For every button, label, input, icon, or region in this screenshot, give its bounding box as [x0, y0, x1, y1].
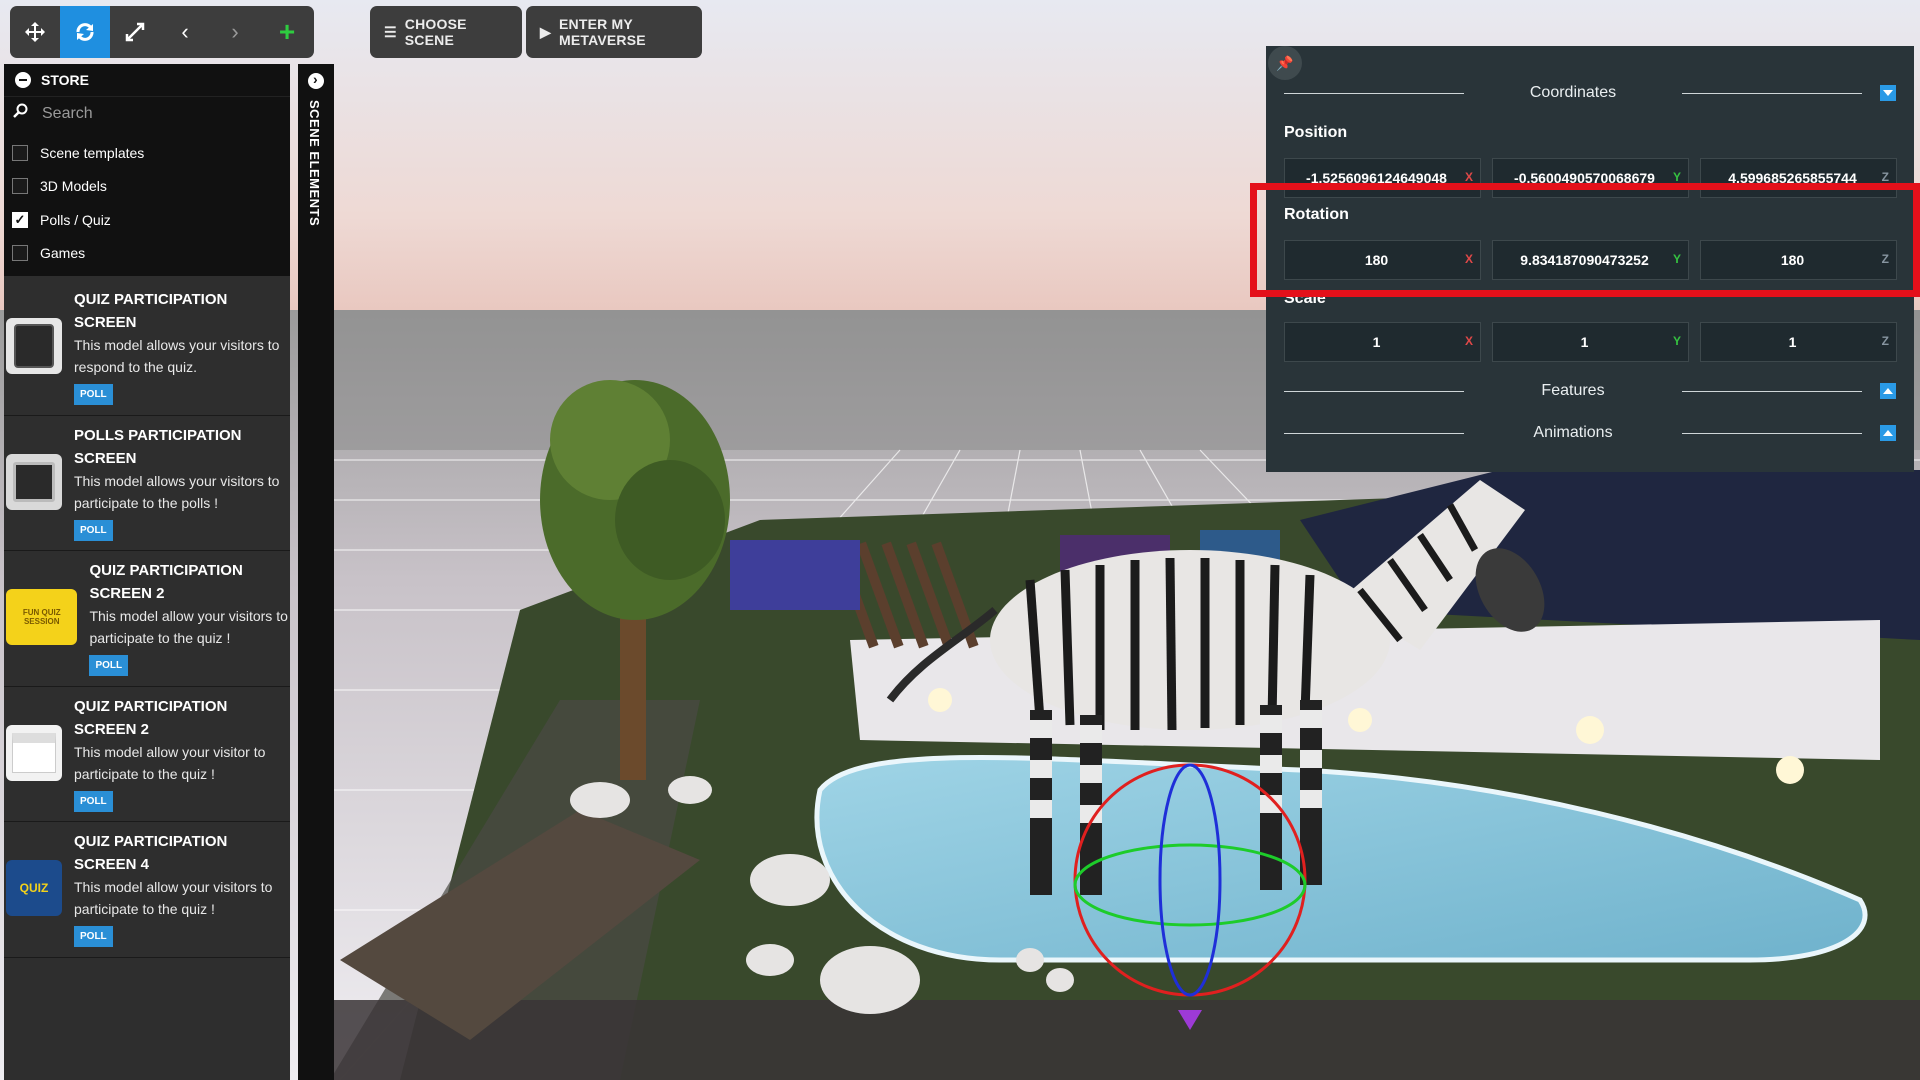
filter-checkbox[interactable]: [12, 144, 28, 161]
store-item[interactable]: FUN QUIZ SESSION QUIZ PARTICIPATION SCRE…: [4, 551, 290, 687]
divider: [1682, 390, 1862, 392]
divider: [1284, 92, 1464, 94]
divider: [1682, 92, 1862, 94]
scale-icon: [125, 22, 145, 42]
redo-button[interactable]: ›: [210, 6, 260, 58]
filter-checkbox[interactable]: [12, 245, 28, 262]
move-icon: [24, 21, 46, 43]
item-description: This model allows your visitors to parti…: [74, 472, 280, 511]
scale-z-input[interactable]: 1Z: [1700, 322, 1897, 362]
coordinates-section-header[interactable]: Coordinates: [1284, 81, 1896, 105]
enter-metaverse-button[interactable]: ▶ ENTER MY METAVERSE: [526, 6, 702, 58]
store-item[interactable]: POLLS PARTICIPATION SCREEN This model al…: [4, 416, 290, 551]
item-title: QUIZ PARTICIPATION SCREEN 2: [74, 697, 228, 738]
add-icon: +: [278, 16, 296, 47]
scale-x-input[interactable]: 1X: [1284, 322, 1481, 362]
poll-badge: POLL: [74, 926, 113, 947]
add-button[interactable]: +: [262, 6, 312, 58]
position-label: Position: [1284, 124, 1348, 141]
divider: [1682, 432, 1862, 434]
store-title: STORE: [41, 72, 89, 88]
expand-toggle-icon[interactable]: [1880, 425, 1896, 441]
choose-scene-button[interactable]: ☰ CHOOSE SCENE: [370, 6, 522, 58]
filter-games[interactable]: Games: [12, 237, 290, 271]
scene-elements-label: SCENE ELEMENTS: [307, 100, 322, 227]
poll-badge: POLL: [89, 655, 129, 676]
thumbnail-text: FUN QUIZ SESSION: [22, 608, 61, 626]
store-filters: Scene templates 3D Models Polls / Quiz G…: [4, 130, 290, 276]
store-panel: STORE Scene templates 3D Models Polls / …: [4, 64, 290, 1080]
filter-checkbox[interactable]: [12, 178, 28, 195]
rotate-icon: [74, 21, 96, 43]
choose-scene-label: CHOOSE SCENE: [404, 16, 467, 48]
scale-tool-button[interactable]: [110, 6, 160, 58]
item-thumbnail: [6, 724, 62, 781]
item-title: QUIZ PARTICIPATION SCREEN 4: [74, 833, 228, 873]
store-search: [4, 96, 290, 130]
scale-row: 1X 1Y 1Z: [1284, 322, 1900, 362]
filter-label: Games: [40, 245, 86, 262]
filter-checkbox-checked[interactable]: [12, 211, 28, 228]
search-input[interactable]: [42, 104, 262, 123]
scene-elements-tab[interactable]: SCENE ELEMENTS: [298, 64, 334, 1080]
item-description: This model allow your visitors to partic…: [74, 879, 273, 917]
filter-label: 3D Models: [40, 178, 107, 195]
store-item[interactable]: QUIZ PARTICIPATION SCREEN This model all…: [4, 280, 290, 416]
play-icon: ▶: [540, 23, 551, 40]
divider: [1284, 432, 1464, 434]
features-section-header[interactable]: Features: [1284, 379, 1896, 403]
item-description: This model allows your visitors to respo…: [74, 337, 280, 375]
expand-toggle-icon[interactable]: [1880, 383, 1896, 399]
item-thumbnail: QUIZ: [6, 860, 62, 916]
rotate-tool-button[interactable]: [60, 6, 110, 58]
item-thumbnail: [6, 318, 62, 374]
filter-polls-quiz[interactable]: Polls / Quiz: [12, 203, 290, 237]
pin-icon[interactable]: 📌: [1268, 46, 1302, 80]
animations-section-header[interactable]: Animations: [1284, 421, 1896, 445]
poll-badge: POLL: [74, 790, 113, 812]
item-thumbnail: [6, 453, 62, 510]
undo-button[interactable]: ‹: [160, 6, 210, 58]
filter-label: Scene templates: [40, 144, 145, 161]
item-title: QUIZ PARTICIPATION SCREEN 2: [89, 562, 243, 602]
collapse-toggle-icon[interactable]: [1880, 85, 1896, 101]
item-description: This model allow your visitor to partici…: [74, 743, 266, 782]
coordinates-title: Coordinates: [1529, 84, 1617, 101]
list-icon: ☰: [384, 23, 397, 40]
redo-icon: ›: [231, 19, 239, 44]
thumbnail-text: QUIZ: [19, 881, 49, 895]
move-tool-button[interactable]: [10, 6, 60, 58]
item-title: POLLS PARTICIPATION SCREEN: [74, 426, 242, 467]
filter-3d-models[interactable]: 3D Models: [12, 170, 290, 204]
item-title: QUIZ PARTICIPATION SCREEN: [74, 291, 228, 331]
store-header[interactable]: STORE: [4, 64, 290, 96]
enter-metaverse-label: ENTER MY METAVERSE: [558, 16, 646, 48]
animations-title: Animations: [1533, 424, 1613, 441]
store-item[interactable]: QUIZ PARTICIPATION SCREEN 2 This model a…: [4, 687, 290, 822]
filter-scene-templates[interactable]: Scene templates: [12, 136, 290, 170]
collapse-icon[interactable]: [15, 72, 31, 88]
expand-icon[interactable]: [308, 71, 324, 89]
filter-label: Polls / Quiz: [40, 211, 111, 228]
undo-icon: ‹: [181, 19, 189, 44]
features-title: Features: [1541, 382, 1605, 399]
scale-y-input[interactable]: 1Y: [1492, 322, 1689, 362]
rotation-highlight-box: [1250, 183, 1920, 297]
item-description: This model allow your visitors to partic…: [89, 608, 288, 646]
search-icon: [12, 103, 28, 124]
store-item[interactable]: QUIZ QUIZ PARTICIPATION SCREEN 4 This mo…: [4, 822, 290, 958]
poll-badge: POLL: [74, 519, 113, 541]
poll-badge: POLL: [74, 384, 113, 405]
item-thumbnail: FUN QUIZ SESSION: [6, 589, 78, 645]
transform-toolbar: ‹ › +: [10, 6, 314, 58]
store-item-list: QUIZ PARTICIPATION SCREEN This model all…: [4, 276, 290, 958]
divider: [1284, 390, 1464, 392]
